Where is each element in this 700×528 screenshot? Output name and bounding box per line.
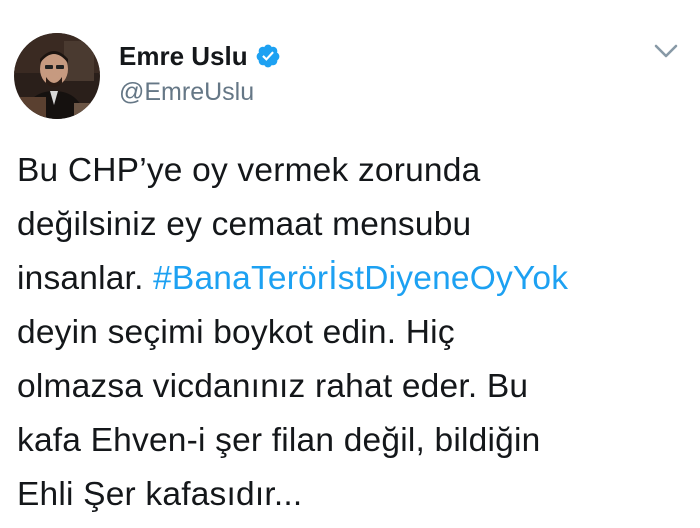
avatar-photo <box>14 33 100 119</box>
tweet-line: deyin seçimi boykot edin. Hiç <box>17 314 455 351</box>
tweet-line-prefix: insanlar. <box>17 260 154 297</box>
avatar[interactable] <box>14 33 100 119</box>
tweet-line: değilsiniz ey cemaat mensubu <box>17 206 472 243</box>
chevron-down-icon[interactable] <box>652 40 680 62</box>
tweet-card: Emre Uslu @EmreUslu Bu CHP’ye oy vermek … <box>0 0 700 528</box>
tweet-line: Ehli Şer kafasıdır... <box>17 476 303 513</box>
tweet-line: insanlar. #BanaTerörİstDiyeneOyYok <box>17 252 693 306</box>
verified-badge-icon <box>255 43 281 69</box>
tweet-line: olmazsa vicdanınız rahat eder. Bu <box>17 368 529 405</box>
hashtag-link[interactable]: #BanaTerörİstDiyeneOyYok <box>153 260 568 297</box>
display-name[interactable]: Emre Uslu <box>119 38 248 74</box>
tweet-line: Bu CHP’ye oy vermek zorunda <box>17 152 481 189</box>
author-handle[interactable]: @EmreUslu <box>119 76 254 108</box>
tweet-line: kafa Ehven-i şer filan değil, bildiğin <box>17 422 541 459</box>
tweet-text: Bu CHP’ye oy vermek zorunda değilsiniz e… <box>17 144 693 522</box>
author-name-row: Emre Uslu <box>119 38 281 74</box>
